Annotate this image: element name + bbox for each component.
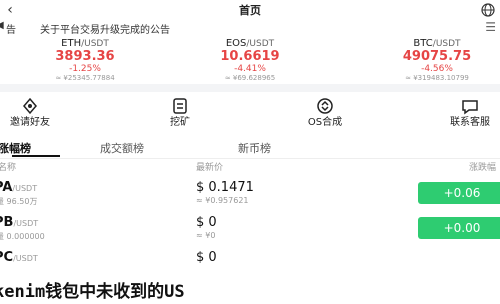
ticker-eth[interactable]: ETH/USDT 3893.36 -1.25% ≈ ¥25345.77884 bbox=[20, 38, 150, 82]
tab-gainers[interactable]: 涨幅榜 bbox=[0, 140, 31, 156]
article-title-overlay: kenim钱包中未收到的US bbox=[0, 280, 500, 304]
row-base: PC bbox=[0, 250, 14, 265]
column-change: 涨跌幅 bbox=[468, 163, 496, 173]
column-name: 名称 bbox=[0, 163, 17, 173]
more-icon[interactable]: ☰ bbox=[485, 20, 496, 34]
row-quote: /USDT bbox=[12, 184, 38, 193]
ticker-quote: /USDT bbox=[432, 39, 461, 49]
ticker-volume: ≈ ¥319483.10799 bbox=[405, 74, 469, 82]
ticker-price: 49075.75 bbox=[402, 49, 472, 64]
menu-invite-friends[interactable]: 邀请好友 bbox=[0, 96, 70, 136]
active-tab-indicator bbox=[12, 155, 60, 157]
row-price: $ 0 bbox=[196, 215, 217, 230]
ticker-btc[interactable]: BTC/USDT 49075.75 -4.56% ≈ ¥319483.10799 bbox=[372, 38, 500, 82]
column-headers: 名称 最新价 涨跌幅 bbox=[0, 160, 500, 174]
menu-contact-support[interactable]: 联系客服 bbox=[430, 96, 500, 136]
ranking-tabs: 涨幅榜 成交额榜 新币榜 bbox=[0, 138, 500, 159]
ticker-quote: /USDT bbox=[246, 39, 275, 49]
row-base: PA bbox=[0, 180, 13, 195]
row-change-badge[interactable]: +0.06 bbox=[418, 182, 500, 204]
exchange-icon bbox=[317, 98, 333, 114]
menu-mining[interactable]: 挖矿 bbox=[140, 96, 220, 136]
tab-new-coins[interactable]: 新币榜 bbox=[238, 140, 271, 156]
quick-menu: 邀请好友 挖矿 OS合成 联系客服 bbox=[0, 96, 500, 136]
row-volume: 量 96.50万 bbox=[0, 197, 38, 206]
menu-label: 邀请好友 bbox=[10, 117, 50, 128]
notice-text[interactable]: 关于平台交易升级完成的公告 bbox=[40, 21, 170, 36]
market-row[interactable]: PB/USDT 量 0.000000 $ 0 ≈ ¥0 +0.00 bbox=[0, 213, 500, 247]
top-bar: ‹ 首页 bbox=[0, 0, 500, 20]
ticker-eos[interactable]: EOS/USDT 10.6619 -4.41% ≈ ¥69.628965 bbox=[185, 38, 315, 82]
globe-icon[interactable] bbox=[480, 2, 496, 18]
ticker-quote: /USDT bbox=[81, 39, 109, 49]
market-row[interactable]: PC/USDT $ 0 bbox=[0, 248, 500, 282]
menu-label: 挖矿 bbox=[170, 117, 190, 128]
row-quote: /USDT bbox=[13, 219, 39, 228]
ticker-volume: ≈ ¥69.628965 bbox=[224, 74, 276, 82]
tab-turnover[interactable]: 成交额榜 bbox=[100, 140, 144, 156]
mining-icon bbox=[173, 98, 187, 114]
menu-label: OS合成 bbox=[307, 117, 343, 128]
ticker-price: 10.6619 bbox=[220, 49, 280, 64]
ticker-change: -1.25% bbox=[69, 64, 101, 74]
row-price: $ 0 bbox=[196, 250, 217, 265]
notice-prefix: 告 bbox=[6, 25, 16, 36]
menu-os-synthesis[interactable]: OS合成 bbox=[285, 96, 365, 136]
ticker-strip: ETH/USDT 3893.36 -1.25% ≈ ¥25345.77884 E… bbox=[0, 38, 500, 82]
row-price: $ 0.1471 bbox=[196, 180, 254, 195]
ticker-change: -4.41% bbox=[234, 64, 266, 74]
ticker-price: 3893.36 bbox=[55, 49, 115, 64]
ticker-change: -4.56% bbox=[421, 64, 453, 74]
row-price-cny: ≈ ¥0.957621 bbox=[196, 196, 249, 205]
chat-icon bbox=[462, 100, 478, 115]
row-quote: /USDT bbox=[13, 254, 38, 263]
announcement-bar[interactable]: ◀ 告 关于平台交易升级完成的公告 ☰ bbox=[0, 20, 500, 36]
column-price: 最新价 bbox=[196, 163, 224, 173]
gift-icon bbox=[23, 97, 37, 115]
market-row[interactable]: PA/USDT 量 96.50万 $ 0.1471 ≈ ¥0.957621 +0… bbox=[0, 178, 500, 212]
menu-label: 联系客服 bbox=[450, 117, 490, 128]
section-divider bbox=[0, 84, 500, 92]
ticker-base: EOS bbox=[225, 38, 247, 49]
row-volume: 量 0.000000 bbox=[0, 232, 45, 241]
row-base: PB bbox=[0, 215, 14, 230]
page-title: 首页 bbox=[239, 4, 261, 17]
ticker-volume: ≈ ¥25345.77884 bbox=[55, 74, 115, 82]
row-change-badge[interactable]: +0.00 bbox=[418, 217, 500, 239]
ticker-base: ETH bbox=[61, 38, 82, 49]
row-price-cny: ≈ ¥0 bbox=[196, 231, 216, 240]
ticker-base: BTC bbox=[413, 38, 433, 49]
